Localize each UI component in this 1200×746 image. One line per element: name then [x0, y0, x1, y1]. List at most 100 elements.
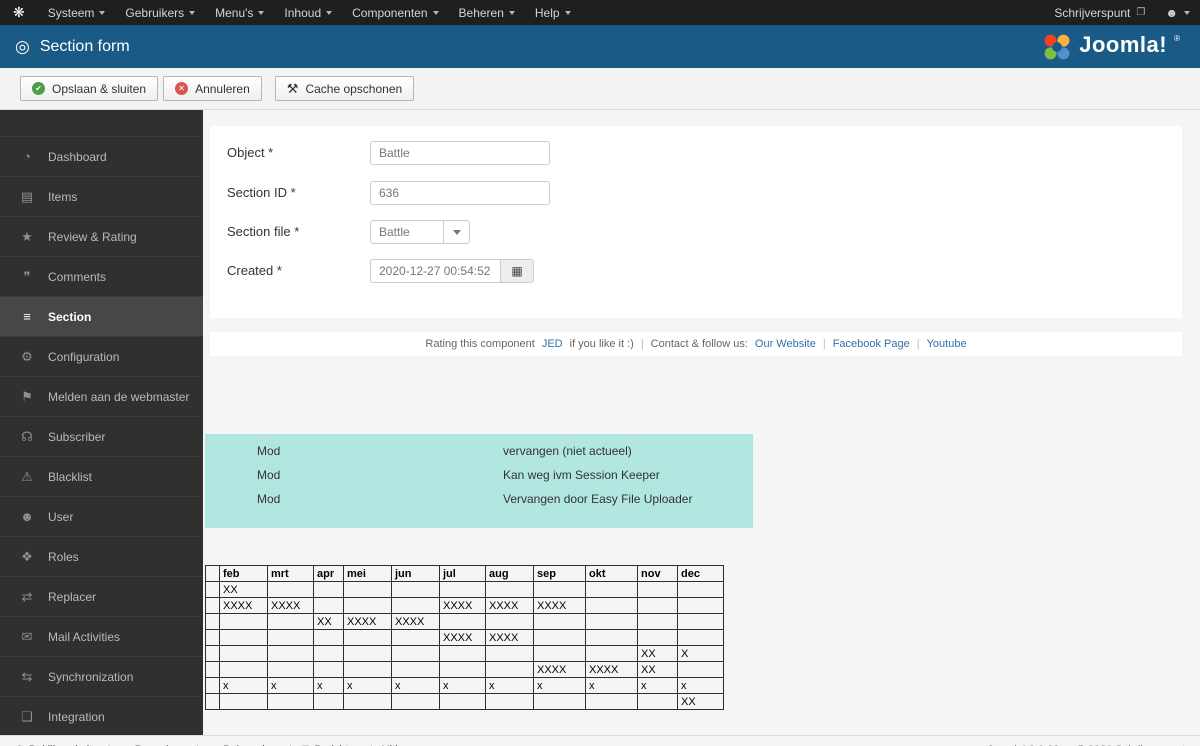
joomla-logo: Joomla! ®: [1042, 32, 1180, 62]
menu-label: Help: [534, 5, 560, 20]
rating-prefix-text: Rating this component: [425, 338, 535, 350]
sidebar-item-dashboard[interactable]: ◔ Dashboard: [0, 136, 203, 176]
feed-icon: ☊: [21, 428, 33, 444]
sidebar-item-label: Blacklist: [48, 469, 93, 484]
month-table-cell: XX: [637, 645, 678, 662]
sidebar-item-review-rating[interactable]: ★ Review & Rating: [0, 216, 203, 256]
clear-cache-button[interactable]: ⚒ Cache opschonen: [274, 76, 415, 101]
tag-icon: ❖: [21, 548, 33, 564]
save-close-button[interactable]: ✔ Opslaan & sluiten: [20, 76, 159, 101]
sidebar-item-label: Items: [48, 189, 78, 204]
sidebar-item-subscriber[interactable]: ☊ Subscriber: [0, 416, 203, 456]
sidebar-item-section[interactable]: ≡ Section: [0, 296, 203, 336]
month-table-cell: [439, 581, 486, 598]
menu-beheren[interactable]: Beheren: [449, 0, 525, 25]
sidebar-item-items[interactable]: ▤ Items: [0, 176, 203, 216]
sidebar-item-synchronization[interactable]: ⇆ Synchronization: [0, 656, 203, 696]
month-table-cell: x: [219, 677, 268, 694]
menu-componenten[interactable]: Componenten: [342, 0, 448, 25]
month-table-cell: [313, 629, 344, 646]
month-table-cell: [585, 645, 638, 662]
month-table-cell: [637, 693, 678, 710]
jed-link[interactable]: JED: [542, 338, 563, 350]
calendar-button[interactable]: ▦: [500, 259, 534, 283]
our-website-link[interactable]: Our Website: [755, 338, 816, 350]
section-id-input[interactable]: [370, 181, 550, 205]
sidebar-item-configuration[interactable]: ⚙ Configuration: [0, 336, 203, 376]
menu-gebruikers[interactable]: Gebruikers: [115, 0, 205, 25]
month-table-cell: [343, 693, 392, 710]
users-icon: ☻: [20, 509, 34, 524]
status-bar: ◉ Bekijk website | ☻ Bezoekers | ☻ Behee…: [0, 735, 1200, 746]
sidebar-item-user[interactable]: ☻ User: [0, 496, 203, 536]
page-title: Section form: [39, 37, 130, 55]
month-table-cell: X: [677, 645, 724, 662]
section-file-select[interactable]: Battle: [370, 220, 470, 244]
month-column-header: mei: [343, 565, 392, 582]
sidebar-item-comments[interactable]: ❞ Comments: [0, 256, 203, 296]
month-table-cell: [439, 693, 486, 710]
wrench-icon: ⚒: [286, 80, 299, 96]
chevron-down-icon: [432, 10, 439, 15]
preview-site-link[interactable]: Schrijverspunt ❐: [1044, 6, 1155, 20]
facebook-link[interactable]: Facebook Page: [833, 338, 910, 350]
component-promo-bar: Rating this component JED if you like it…: [210, 332, 1182, 356]
user-menu[interactable]: ☻: [1155, 6, 1200, 20]
sidebar-item-melden-webmaster[interactable]: ⚑ Melden aan de webmaster: [0, 376, 203, 416]
month-table-cell: [391, 629, 440, 646]
joomla-admin-page: ❋ Systeem Gebruikers Menu's Inhoud Compo…: [0, 0, 1200, 746]
external-link-icon: ❐: [1136, 7, 1146, 18]
cancel-label: Annuleren: [195, 81, 250, 96]
month-table-cell: [205, 597, 220, 614]
section-file-selected-value[interactable]: Battle: [370, 220, 444, 244]
menu-label: Gebruikers: [125, 5, 185, 20]
sidebar-item-label: Synchronization: [48, 669, 134, 684]
menu-help[interactable]: Help: [525, 0, 581, 25]
month-table-cell: XXXX: [439, 597, 486, 614]
month-table-cell: [533, 613, 586, 630]
month-table-cell: [267, 613, 314, 630]
menu-systeem[interactable]: Systeem: [38, 0, 116, 25]
sidebar-item-integration[interactable]: ❏ Integration: [0, 696, 203, 735]
month-table-cell: [205, 677, 220, 694]
month-table: feb mrt apr mei jun jul aug sep okt nov dec XX XXXX X…: [205, 565, 724, 710]
sidebar-item-replacer[interactable]: ⇄ Replacer: [0, 576, 203, 616]
month-table-cell: [391, 693, 440, 710]
month-table-cell: [205, 629, 220, 646]
month-table-row: xxxxxxxxxxx: [205, 677, 724, 694]
month-table-cell: [267, 629, 314, 646]
list-icon: ≡: [23, 309, 31, 324]
chevron-down-icon: [564, 10, 571, 15]
user-icon: ☻: [1165, 5, 1178, 20]
created-input[interactable]: [370, 259, 500, 283]
menu-menus[interactable]: Menu's: [205, 0, 274, 25]
youtube-link[interactable]: Youtube: [927, 338, 967, 350]
menu-inhoud[interactable]: Inhoud: [274, 0, 342, 25]
separator: |: [640, 338, 644, 350]
month-table-cell: [267, 661, 314, 678]
sidebar-item-mail-activities[interactable]: ✉ Mail Activities: [0, 616, 203, 656]
select-dropdown-button[interactable]: [444, 220, 470, 244]
month-table-cell: [485, 661, 534, 678]
object-input[interactable]: [370, 141, 550, 165]
sidebar-item-roles[interactable]: ❖ Roles: [0, 536, 203, 576]
form-row-object: Object *: [210, 141, 1182, 165]
menu-label: Menu's: [215, 5, 254, 20]
month-table-cell: x: [439, 677, 486, 694]
created-date-group: ▦: [370, 259, 534, 283]
month-table-cell: [313, 661, 344, 678]
sync-arrows-icon: ⇆: [21, 668, 33, 684]
month-table-cell: [205, 645, 220, 662]
month-table-cell: XXXX: [585, 661, 638, 678]
month-table-cell: [677, 613, 724, 630]
sidebar-item-blacklist[interactable]: ⚠ Blacklist: [0, 456, 203, 496]
dashboard-icon: ◔: [23, 149, 31, 164]
page-header: ◎ Section form Joomla! ®: [0, 25, 1200, 68]
month-table-cell: [391, 661, 440, 678]
month-table-cell: x: [677, 677, 724, 694]
chevron-down-icon: [508, 10, 515, 15]
cancel-button[interactable]: ✕ Annuleren: [163, 76, 262, 101]
month-table-cell: [533, 645, 586, 662]
month-table-cell: [485, 613, 534, 630]
joomla-brand-icon[interactable]: ❋: [0, 0, 38, 25]
